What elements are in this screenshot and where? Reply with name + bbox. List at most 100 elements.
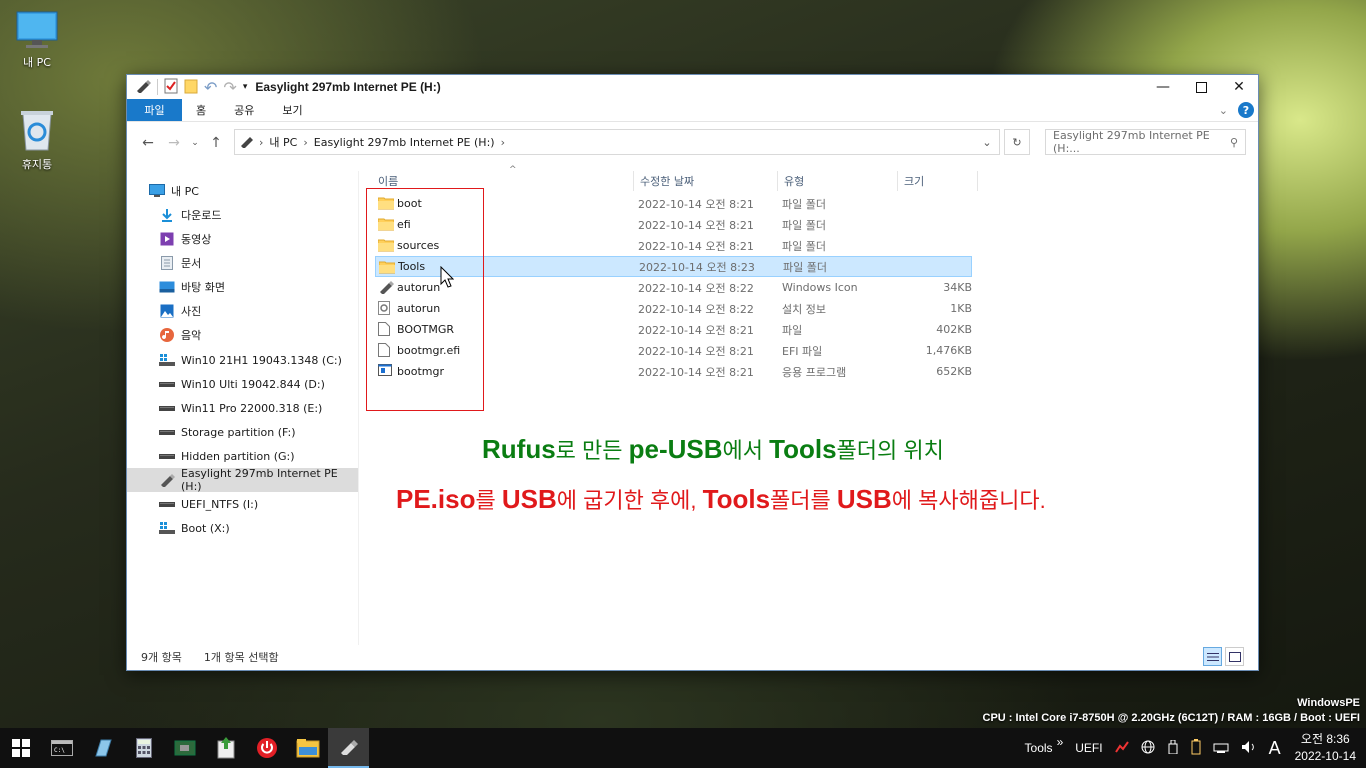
- sidebar-item-label: 내 PC: [171, 185, 199, 198]
- details-view-icon[interactable]: [1203, 647, 1222, 666]
- usb-drive-icon: [135, 79, 151, 96]
- taskbar-notepad[interactable]: [82, 728, 123, 768]
- search-input[interactable]: Easylight 297mb Internet PE (H:... ⚲: [1045, 129, 1246, 155]
- breadcrumb-drive[interactable]: Easylight 297mb Internet PE (H:): [308, 136, 501, 149]
- tray-uefi-label[interactable]: UEFI: [1075, 741, 1102, 755]
- annotation-segment: 에 굽기한 후에,: [556, 488, 703, 513]
- up-icon[interactable]: ↑: [205, 132, 227, 154]
- tray-tools-label[interactable]: Tools: [1025, 741, 1053, 755]
- sidebar-item[interactable]: 문서: [127, 251, 358, 275]
- customize-toolbar-icon[interactable]: ▾: [243, 82, 248, 92]
- undo-icon[interactable]: ↶: [204, 78, 217, 97]
- file-date: 2022-10-14 오전 8:21: [638, 365, 754, 379]
- column-header-type[interactable]: 유형: [778, 171, 898, 191]
- new-folder-icon[interactable]: [184, 78, 198, 97]
- battery-icon[interactable]: [1191, 738, 1201, 758]
- taskbar-file-explorer[interactable]: [287, 728, 328, 768]
- desktop-icon-recycle-bin[interactable]: 휴지통: [2, 108, 72, 172]
- chart-icon[interactable]: [1114, 740, 1129, 756]
- recent-locations-icon[interactable]: ⌄: [189, 132, 201, 154]
- system-info-overlay: WindowsPE CPU : Intel Core i7-8750H @ 2.…: [983, 696, 1360, 726]
- breadcrumb-separator[interactable]: ›: [501, 136, 505, 149]
- tab-file[interactable]: 파일: [127, 99, 182, 121]
- sidebar-item[interactable]: Easylight 297mb Internet PE (H:): [127, 467, 358, 493]
- desktop-icon-label: 휴지통: [21, 158, 53, 171]
- breadcrumb-my-pc[interactable]: 내 PC: [263, 134, 303, 150]
- annotation-segment: Tools: [702, 484, 771, 514]
- highlight-box: [366, 188, 484, 411]
- back-icon[interactable]: ←: [137, 132, 159, 154]
- file-date: 2022-10-14 오전 8:21: [638, 344, 754, 358]
- address-bar[interactable]: › 내 PC › Easylight 297mb Internet PE (H:…: [234, 129, 1000, 155]
- download-icon: [159, 207, 175, 223]
- column-header-size[interactable]: 크기: [898, 171, 978, 191]
- sidebar-item[interactable]: UEFI_NTFS (I:): [127, 492, 358, 516]
- input-method-indicator[interactable]: A: [1269, 738, 1281, 759]
- sidebar-item[interactable]: 내 PC: [127, 179, 358, 203]
- taskbar-installer[interactable]: [205, 728, 246, 768]
- sidebar-item[interactable]: 다운로드: [127, 203, 358, 227]
- file-size: 402KB: [936, 323, 972, 336]
- network-icon[interactable]: [1213, 741, 1229, 756]
- file-type: 응용 프로그램: [782, 365, 847, 379]
- sidebar-item[interactable]: 음악: [127, 323, 358, 347]
- forward-icon[interactable]: →: [163, 132, 185, 154]
- sidebar-item[interactable]: 사진: [127, 299, 358, 323]
- tab-view[interactable]: 보기: [268, 99, 316, 121]
- windows-drive-icon: [159, 352, 175, 368]
- tab-home[interactable]: 홈: [182, 99, 220, 121]
- clock-date: 2022-10-14: [1294, 749, 1356, 763]
- system-tray: Tools » UEFI A 오전 8:36 2022-10-14: [1019, 728, 1366, 768]
- file-size: 652KB: [936, 365, 972, 378]
- globe-icon[interactable]: [1141, 740, 1155, 757]
- maximize-button[interactable]: [1182, 76, 1220, 98]
- taskbar-calculator[interactable]: [123, 728, 164, 768]
- redo-icon[interactable]: ↷: [223, 78, 236, 97]
- clock[interactable]: 오전 8:36 2022-10-14: [1295, 731, 1356, 765]
- sidebar-item-label: Storage partition (F:): [181, 425, 296, 439]
- sidebar-item[interactable]: Boot (X:): [127, 516, 358, 540]
- sidebar-item[interactable]: 동영상: [127, 227, 358, 251]
- help-icon[interactable]: ?: [1238, 102, 1254, 118]
- close-button[interactable]: ✕: [1220, 76, 1258, 98]
- large-icons-view-icon[interactable]: [1225, 647, 1244, 666]
- file-date: 2022-10-14 오전 8:22: [638, 302, 754, 316]
- document-icon: [159, 255, 175, 271]
- minimize-button[interactable]: —: [1144, 76, 1182, 98]
- taskbar-usb-drive[interactable]: [328, 728, 369, 768]
- start-icon: [11, 739, 30, 757]
- start-button[interactable]: [0, 728, 41, 768]
- sidebar-item-label: Hidden partition (G:): [181, 449, 295, 463]
- desktop-icon-my-pc[interactable]: 내 PC: [2, 10, 72, 70]
- tab-share[interactable]: 공유: [220, 99, 268, 121]
- sidebar-item[interactable]: Win10 Ulti 19042.844 (D:): [127, 372, 358, 396]
- sidebar-item[interactable]: Win11 Pro 22000.318 (E:): [127, 396, 358, 420]
- file-type: 파일 폴더: [782, 218, 826, 232]
- sidebar-item[interactable]: Win10 21H1 19043.1348 (C:): [127, 348, 358, 372]
- sidebar-item[interactable]: 바탕 화면: [127, 275, 358, 299]
- usb-drive-icon: [340, 740, 358, 755]
- usb-eject-icon[interactable]: [1167, 739, 1179, 757]
- sidebar-item[interactable]: Storage partition (F:): [127, 420, 358, 444]
- annotation-segment: Tools: [769, 434, 837, 464]
- file-size: 1KB: [950, 302, 972, 315]
- taskbar-terminal[interactable]: C:\: [41, 728, 82, 768]
- column-header-date[interactable]: 수정한 날짜: [634, 171, 778, 191]
- volume-icon[interactable]: [1241, 740, 1257, 757]
- annotation-segment: Rufus: [482, 434, 556, 464]
- refresh-button[interactable]: ↻: [1004, 129, 1030, 155]
- notepad-icon: [94, 739, 112, 757]
- taskbar-hardware[interactable]: [164, 728, 205, 768]
- expand-ribbon-icon[interactable]: ⌄: [1219, 104, 1228, 117]
- address-dropdown-icon[interactable]: ⌄: [975, 136, 999, 149]
- search-placeholder: Easylight 297mb Internet PE (H:...: [1053, 129, 1210, 155]
- taskbar-power[interactable]: [246, 728, 287, 768]
- taskbar: C:\ Tools » UEFI A 오전 8:36 2022-10-14: [0, 728, 1366, 768]
- svg-text:C:\: C:\: [54, 747, 65, 754]
- sidebar-item[interactable]: Hidden partition (G:): [127, 444, 358, 468]
- properties-icon[interactable]: [164, 78, 178, 97]
- sidebar-item-label: 문서: [181, 257, 202, 270]
- tray-overflow-icon[interactable]: »: [1057, 735, 1064, 749]
- video-icon: [159, 231, 175, 247]
- terminal-icon: C:\: [50, 740, 73, 756]
